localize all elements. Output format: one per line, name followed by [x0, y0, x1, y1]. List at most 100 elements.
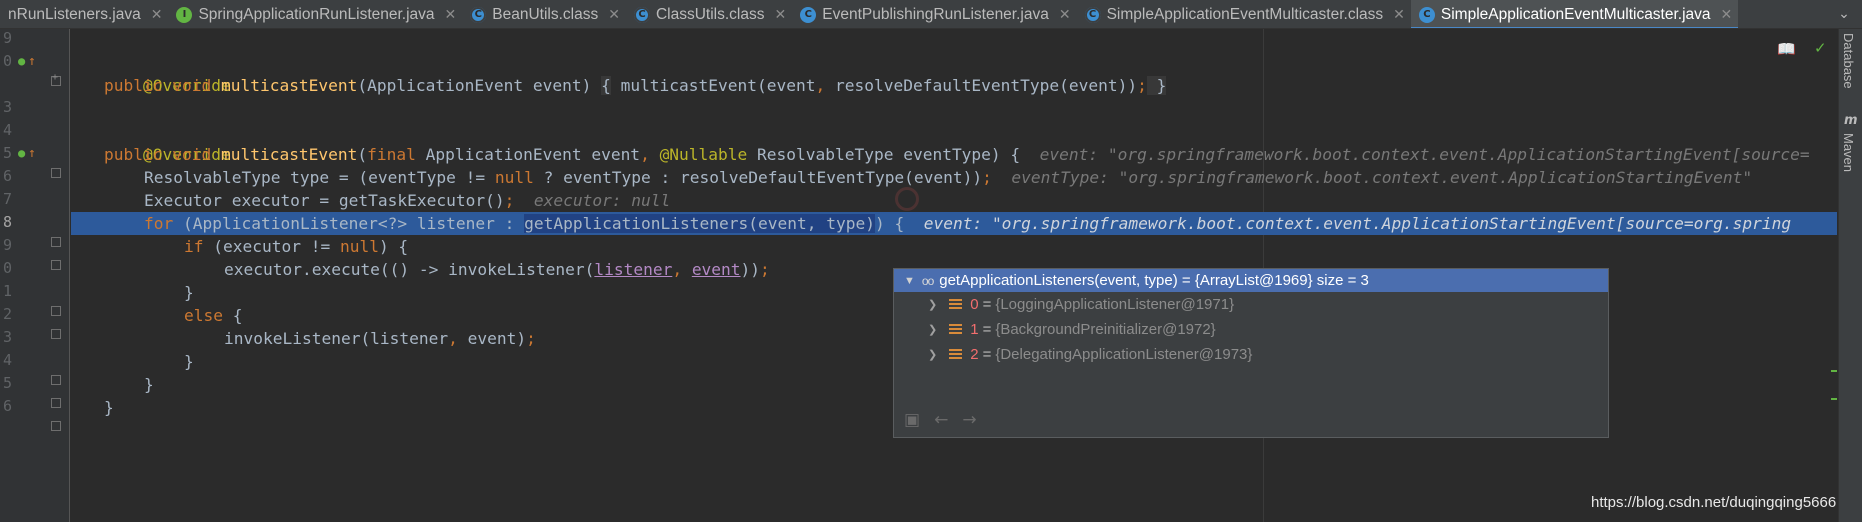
watch-glasses-icon: oo [921, 273, 934, 288]
class-file-icon: C [470, 6, 487, 23]
keyword: public [104, 145, 163, 164]
tab-label: ClassUtils.class [655, 5, 765, 23]
close-icon[interactable]: ✕ [445, 7, 457, 23]
keyword: void [172, 76, 212, 95]
class-file-icon: C [1084, 6, 1101, 23]
watermark: https://blog.csdn.net/duqingqing5666 [1591, 494, 1837, 511]
folded-brace[interactable]: } [1146, 76, 1167, 95]
fold-icon[interactable] [51, 375, 61, 385]
class-file-icon: C [633, 6, 650, 23]
forward-arrow-icon[interactable]: → [962, 410, 976, 430]
code-text: multicastEvent(event [610, 76, 816, 95]
close-icon[interactable]: ✕ [775, 7, 787, 23]
code-text: ) { [874, 214, 905, 233]
popup-child-node[interactable]: ❯ 2 = {DelegatingApplicationListener@197… [894, 342, 1608, 367]
override-icon[interactable]: ● [18, 50, 25, 73]
line-number: 0 [2, 259, 12, 277]
punctuation: , [815, 76, 826, 95]
evaluated-expression[interactable]: getApplicationListeners(event, type) [524, 214, 875, 233]
tab-class-utils[interactable]: C ClassUtils.class ✕ [626, 0, 792, 28]
close-icon[interactable]: ✕ [1059, 7, 1071, 23]
chevron-right-icon[interactable]: ❯ [928, 348, 937, 361]
scrollbar-marker[interactable] [1831, 398, 1837, 400]
debug-value-popup[interactable]: ▼ oo getApplicationListeners(event, type… [893, 268, 1609, 438]
close-icon[interactable]: ✕ [608, 7, 620, 23]
close-icon[interactable]: ✕ [1721, 7, 1733, 23]
reader-mode-icon[interactable]: 📖 [1777, 40, 1796, 58]
chevron-right-icon[interactable]: ❯ [928, 323, 937, 336]
code-text: (ApplicationListener<?> listener : [173, 214, 525, 233]
fold-icon[interactable] [51, 260, 61, 270]
fold-icon[interactable] [51, 168, 61, 178]
open-in-window-icon[interactable]: ▣ [904, 410, 920, 430]
class-icon: C [1418, 6, 1435, 23]
editor-gutter: 9 0 ● ↑ 3 4 5 ● ↑ 6 7 8 9 0 1 2 3 4 5 6 [0, 29, 70, 522]
database-tool-button[interactable]: Database [1841, 33, 1856, 89]
chevron-down-icon[interactable]: ⌄ [1826, 0, 1862, 28]
close-icon[interactable]: ✕ [1393, 7, 1405, 23]
code-line: @Override [71, 51, 1837, 95]
tab-bean-utils[interactable]: C BeanUtils.class ✕ [462, 0, 626, 28]
code-text: ApplicationEvent event [415, 145, 641, 164]
tab-event-publishing-run-listener[interactable]: C EventPublishingRunListener.java ✕ [792, 0, 1076, 28]
chevron-down-icon[interactable]: ▼ [904, 275, 915, 287]
equals-sign: = [982, 296, 992, 313]
code-text: } [184, 283, 194, 302]
code-text: } [104, 398, 114, 417]
captured-variable: event [691, 260, 741, 279]
back-arrow-icon[interactable]: ← [934, 410, 948, 430]
line-number: 4 [2, 121, 12, 139]
tab-spring-application-run-listener[interactable]: I SpringApplicationRunListener.java ✕ [168, 0, 462, 28]
tab-run-listeners[interactable]: nRunListeners.java ✕ [0, 0, 168, 28]
element-index: 1 [970, 321, 979, 338]
element-index: 0 [970, 296, 979, 313]
popup-root-node[interactable]: ▼ oo getApplicationListeners(event, type… [894, 269, 1608, 292]
punctuation: , [448, 329, 458, 348]
maven-icon: m [1844, 113, 1858, 128]
tab-simple-multicaster-class[interactable]: C SimpleApplicationEventMulticaster.clas… [1077, 0, 1411, 28]
code-text: ( [357, 145, 368, 164]
tab-simple-multicaster-java[interactable]: C SimpleApplicationEventMulticaster.java… [1410, 0, 1739, 28]
inline-debug-value[interactable]: executor: null [534, 191, 670, 210]
method-name: multicastEvent [220, 145, 358, 164]
punctuation: ; [982, 168, 992, 187]
element-value: {BackgroundPreinitializer@1972} [995, 321, 1216, 338]
code-text: } [184, 352, 194, 371]
punctuation: ; [504, 191, 515, 210]
code-text: resolveDefaultEventType(event)) [825, 76, 1138, 95]
interface-icon: I [176, 6, 193, 23]
search-icon [895, 187, 919, 211]
inspection-ok-check-icon[interactable]: ✓ [1814, 39, 1827, 57]
code-line: @Override [71, 120, 1837, 164]
code-text: ) { [378, 237, 409, 256]
scrollbar-marker[interactable] [1831, 370, 1837, 372]
method-name: multicastEvent [220, 76, 358, 95]
code-text: } [144, 375, 154, 394]
captured-variable: listener [594, 260, 673, 279]
fold-expand-icon[interactable] [51, 72, 61, 86]
fold-icon[interactable] [51, 398, 61, 408]
fold-icon[interactable] [51, 421, 61, 431]
chevron-right-icon[interactable]: ❯ [928, 298, 937, 311]
close-icon[interactable]: ✕ [151, 7, 163, 23]
folded-brace[interactable]: { [601, 76, 611, 95]
override-icon[interactable]: ● [18, 142, 25, 165]
popup-child-node[interactable]: ❯ 0 = {LoggingApplicationListener@1971} [894, 292, 1608, 317]
overrides-up-arrow-icon[interactable]: ↑ [28, 50, 36, 73]
code-line: public void multicastEvent(ApplicationEv… [71, 74, 1837, 97]
line-number: 4 [2, 351, 12, 369]
popup-child-node[interactable]: ❯ 1 = {BackgroundPreinitializer@1972} [894, 317, 1608, 342]
annotation: @Nullable [659, 145, 748, 164]
fold-icon[interactable] [51, 237, 61, 247]
inline-debug-value[interactable]: event: "org.springframework.boot.context… [1040, 145, 1810, 164]
array-element-icon [949, 323, 963, 336]
inline-debug-value[interactable]: eventType: "org.springframework.boot.con… [1011, 168, 1752, 187]
fold-icon[interactable] [51, 329, 61, 339]
element-index: 2 [970, 346, 979, 363]
code-text: (executor != [203, 237, 340, 256]
fold-icon[interactable] [51, 306, 61, 316]
maven-tool-button[interactable]: Maven [1841, 133, 1856, 172]
overrides-up-arrow-icon[interactable]: ↑ [28, 142, 36, 165]
inline-debug-value[interactable]: event: "org.springframework.boot.context… [924, 214, 1791, 233]
class-icon: C [800, 6, 817, 23]
